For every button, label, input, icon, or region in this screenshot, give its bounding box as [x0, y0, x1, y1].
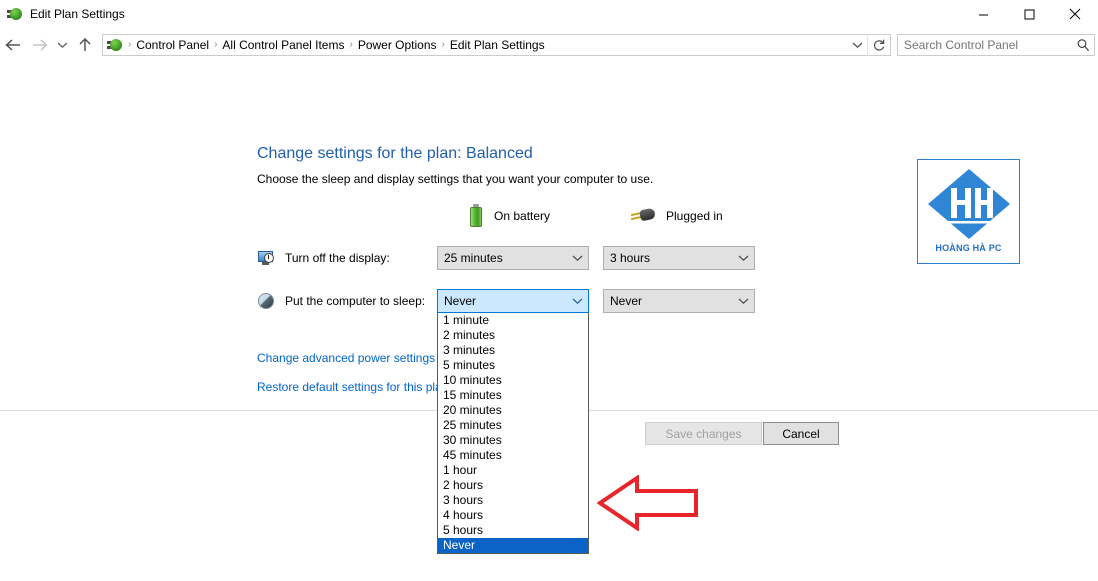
dropdown-list-sleep-on-battery[interactable]: 1 minute2 minutes3 minutes5 minutes10 mi… — [437, 313, 589, 554]
dropdown-option[interactable]: 1 minute — [438, 313, 588, 328]
column-header-on-battery: On battery — [468, 204, 550, 228]
row-label-put-computer-to-sleep: Put the computer to sleep: — [257, 290, 425, 312]
combobox-value: Never — [604, 294, 732, 308]
power-plan-icon — [7, 6, 23, 22]
dropdown-option[interactable]: 15 minutes — [438, 388, 588, 403]
chevron-down-icon[interactable] — [732, 254, 754, 262]
power-plan-icon — [107, 37, 123, 53]
combobox-display-on-battery[interactable]: 25 minutes — [437, 246, 589, 270]
window-controls — [960, 0, 1098, 28]
power-plug-icon — [630, 206, 656, 226]
maximize-button[interactable] — [1006, 0, 1052, 28]
cancel-button[interactable]: Cancel — [763, 422, 839, 445]
dropdown-option[interactable]: Never — [438, 538, 588, 553]
dropdown-option[interactable]: 3 minutes — [438, 343, 588, 358]
dropdown-option[interactable]: 2 minutes — [438, 328, 588, 343]
breadcrumb-item-all-control-panel-items[interactable]: All Control Panel Items — [218, 36, 348, 54]
combobox-value: 25 minutes — [438, 251, 566, 265]
address-bar[interactable]: › Control Panel › All Control Panel Item… — [102, 34, 891, 56]
chevron-down-icon[interactable] — [566, 297, 588, 305]
combobox-value: Never — [438, 294, 566, 308]
search-box[interactable] — [897, 34, 1095, 56]
combobox-value: 3 hours — [604, 251, 732, 265]
display-clock-icon — [257, 250, 275, 266]
dropdown-option[interactable]: 5 minutes — [438, 358, 588, 373]
recent-locations-chevron-icon[interactable] — [52, 30, 72, 60]
up-button[interactable] — [72, 30, 98, 60]
chevron-down-icon[interactable] — [847, 35, 867, 55]
dropdown-option[interactable]: 30 minutes — [438, 433, 588, 448]
save-changes-button[interactable]: Save changes — [645, 422, 762, 445]
page-title: Change settings for the plan: Balanced — [257, 145, 533, 163]
dropdown-option[interactable]: 5 hours — [438, 523, 588, 538]
minimize-button[interactable] — [960, 0, 1006, 28]
window-title: Edit Plan Settings — [30, 7, 125, 21]
sleep-moon-icon — [257, 293, 275, 309]
main-content: Change settings for the plan: Balanced C… — [0, 61, 1098, 581]
chevron-down-icon[interactable] — [732, 297, 754, 305]
dropdown-option[interactable]: 20 minutes — [438, 403, 588, 418]
logo-diamond-icon — [925, 166, 1013, 242]
row-label-text: Put the computer to sleep: — [285, 294, 425, 308]
combobox-sleep-on-battery[interactable]: Never — [437, 289, 589, 313]
dropdown-option[interactable]: 2 hours — [438, 478, 588, 493]
row-label-turn-off-display: Turn off the display: — [257, 247, 390, 269]
link-change-advanced-power-settings[interactable]: Change advanced power settings — [257, 351, 435, 365]
refresh-icon[interactable] — [867, 34, 890, 56]
link-restore-default-settings[interactable]: Restore default settings for this pla — [257, 380, 442, 394]
dropdown-option[interactable]: 45 minutes — [438, 448, 588, 463]
column-label-on-battery: On battery — [494, 209, 550, 223]
back-button[interactable] — [0, 30, 26, 60]
dropdown-option[interactable]: 10 minutes — [438, 373, 588, 388]
logo-text: HOÀNG HÀ PC — [935, 243, 1001, 253]
breadcrumb-item-edit-plan-settings[interactable]: Edit Plan Settings — [446, 36, 549, 54]
close-button[interactable] — [1052, 0, 1098, 28]
breadcrumb[interactable]: › Control Panel › All Control Panel Item… — [103, 35, 847, 55]
annotation-left-arrow-icon — [597, 475, 699, 531]
dropdown-option[interactable]: 25 minutes — [438, 418, 588, 433]
chevron-down-icon[interactable] — [566, 254, 588, 262]
search-input[interactable] — [898, 37, 1072, 53]
combobox-sleep-plugged-in[interactable]: Never — [603, 289, 755, 313]
battery-icon — [468, 204, 484, 228]
dropdown-option[interactable]: 1 hour — [438, 463, 588, 478]
title-bar: Edit Plan Settings — [0, 0, 1098, 28]
combobox-display-plugged-in[interactable]: 3 hours — [603, 246, 755, 270]
navigation-bar: › Control Panel › All Control Panel Item… — [0, 28, 1098, 61]
column-header-plugged-in: Plugged in — [630, 204, 723, 228]
column-label-plugged-in: Plugged in — [666, 209, 723, 223]
watermark-logo: HOÀNG HÀ PC — [917, 159, 1020, 264]
dropdown-option[interactable]: 4 hours — [438, 508, 588, 523]
forward-button[interactable] — [26, 30, 52, 60]
page-subtitle: Choose the sleep and display settings th… — [257, 172, 653, 186]
search-icon[interactable] — [1072, 38, 1094, 52]
breadcrumb-item-power-options[interactable]: Power Options — [354, 36, 441, 54]
dropdown-option[interactable]: 3 hours — [438, 493, 588, 508]
row-label-text: Turn off the display: — [285, 251, 390, 265]
breadcrumb-item-control-panel[interactable]: Control Panel — [132, 36, 213, 54]
